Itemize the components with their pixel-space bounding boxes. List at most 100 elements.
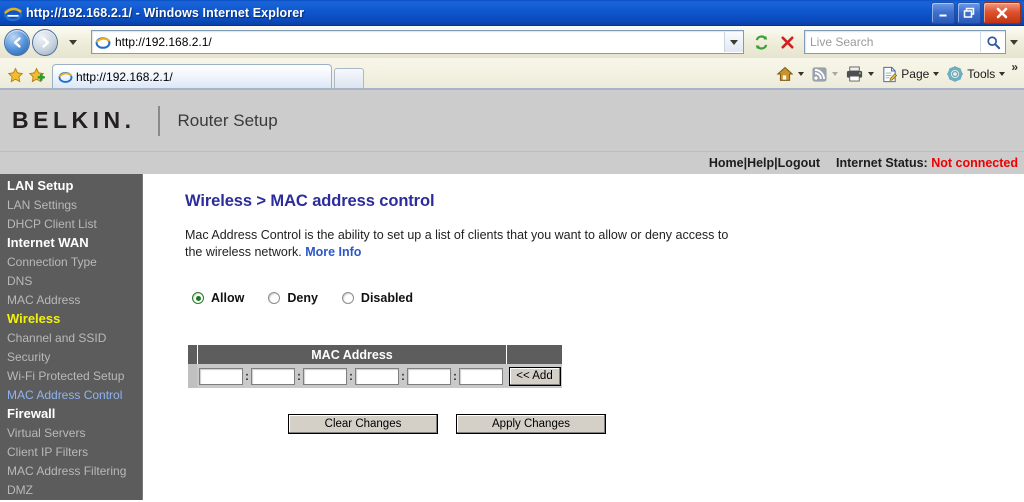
mac-octet-input-1[interactable]: [199, 367, 243, 385]
mac-octet-input-6[interactable]: [459, 367, 503, 385]
mac-table-header-row: MAC Address: [188, 345, 562, 364]
chevron-down-icon: [69, 39, 77, 45]
refresh-button[interactable]: [749, 30, 773, 54]
page-description-text: Mac Address Control is the ability to se…: [185, 228, 729, 259]
sidebar-item-mac-address-control[interactable]: MAC Address Control: [0, 385, 142, 404]
page-title: Wireless > MAC address control: [185, 192, 435, 210]
chevron-down-icon: [798, 72, 805, 76]
radio-indicator-allow[interactable]: [192, 292, 204, 304]
address-input[interactable]: http://192.168.2.1/: [115, 35, 724, 49]
address-dropdown-button[interactable]: [724, 32, 743, 52]
page-menu-label: Page: [901, 67, 930, 81]
home-button[interactable]: [773, 62, 807, 86]
belkin-logo: BELKIN.: [12, 107, 136, 133]
sidebar-item-lan-settings[interactable]: LAN Settings: [0, 195, 142, 214]
add-to-favorites-button[interactable]: [26, 62, 48, 88]
logout-link[interactable]: Logout: [778, 156, 820, 170]
internet-status-value: Not connected: [931, 156, 1018, 170]
internet-status-label: Internet Status:: [836, 156, 928, 170]
search-box[interactable]: Live Search: [804, 30, 1006, 54]
help-link[interactable]: Help: [747, 156, 774, 170]
home-link[interactable]: Home: [709, 156, 744, 170]
mac-octet-input-5[interactable]: [407, 367, 451, 385]
mac-table-add-cell: << Add: [507, 364, 562, 388]
close-button[interactable]: [983, 2, 1021, 24]
chevron-down-icon: [868, 72, 875, 76]
restore-button[interactable]: [957, 2, 981, 24]
search-provider-dropdown[interactable]: [1008, 32, 1020, 52]
clear-changes-button[interactable]: Clear Changes: [288, 414, 438, 434]
feeds-button[interactable]: [808, 62, 841, 86]
toolbar-overflow-button[interactable]: »: [1009, 60, 1020, 74]
page-body: LAN Setup LAN Settings DHCP Client List …: [0, 174, 1024, 500]
octet-separator-1: :: [245, 369, 249, 383]
tab-list: http://192.168.2.1/: [52, 64, 364, 88]
sidebar-item-mac-address[interactable]: MAC Address: [0, 290, 142, 309]
sidebar-item-mac-address-filtering[interactable]: MAC Address Filtering: [0, 461, 142, 480]
back-button[interactable]: [4, 28, 30, 56]
address-bar[interactable]: http://192.168.2.1/: [91, 30, 744, 54]
stop-button[interactable]: [775, 30, 799, 54]
sidebar-item-client-ip-filters[interactable]: Client IP Filters: [0, 442, 142, 461]
tools-menu-button[interactable]: Tools: [943, 62, 1008, 86]
rss-feed-icon: [812, 66, 827, 82]
page-favicon-icon: [95, 34, 111, 50]
mac-table-column-header: MAC Address: [198, 345, 506, 364]
sidebar-item-dmz[interactable]: DMZ: [0, 480, 142, 499]
chevron-down-icon: [1010, 39, 1018, 45]
mac-table-entry-row: : : : : : << Add: [188, 364, 562, 388]
sidebar-item-channel-and-ssid[interactable]: Channel and SSID: [0, 328, 142, 347]
sidebar-item-ddns[interactable]: DDNS: [0, 499, 142, 500]
apply-changes-button[interactable]: Apply Changes: [456, 414, 606, 434]
chevron-down-icon: [832, 72, 839, 76]
web-page-content: BELKIN. Router Setup Home|Help|Logout In…: [0, 90, 1024, 500]
search-icon[interactable]: [980, 32, 1005, 52]
sidebar-item-virtual-servers[interactable]: Virtual Servers: [0, 423, 142, 442]
radio-option-allow[interactable]: Allow: [192, 291, 244, 305]
window-title-text: http://192.168.2.1/ - Windows Internet E…: [26, 5, 305, 20]
internet-explorer-icon: [3, 4, 23, 22]
sidebar-item-dns[interactable]: DNS: [0, 271, 142, 290]
radio-label-deny: Deny: [287, 291, 318, 305]
octet-separator-2: :: [297, 369, 301, 383]
radio-option-disabled[interactable]: Disabled: [341, 291, 414, 305]
radio-option-deny[interactable]: Deny: [268, 291, 318, 305]
recent-pages-dropdown[interactable]: [60, 29, 86, 55]
sidebar-heading-firewall: Firewall: [7, 406, 56, 421]
search-input[interactable]: Live Search: [805, 35, 980, 49]
browser-tab[interactable]: http://192.168.2.1/: [52, 64, 332, 88]
sidebar-item-connection-type[interactable]: Connection Type: [0, 252, 142, 271]
form-action-buttons: Clear Changes Apply Changes: [288, 414, 1024, 434]
mac-octet-input-4[interactable]: [355, 367, 399, 385]
router-setup-title: Router Setup: [177, 110, 278, 130]
gear-icon: [947, 66, 964, 82]
more-info-link[interactable]: More Info: [305, 245, 361, 259]
window-title-bar: http://192.168.2.1/ - Windows Internet E…: [0, 0, 1024, 26]
page-menu-button[interactable]: Page: [878, 62, 942, 86]
sidebar-item-security[interactable]: Security: [0, 347, 142, 366]
favorites-center-button[interactable]: [4, 62, 26, 88]
mac-octet-input-2[interactable]: [251, 367, 295, 385]
router-header: BELKIN. Router Setup: [0, 90, 1024, 152]
octet-separator-5: :: [453, 369, 457, 383]
sidebar-heading-wireless: Wireless: [7, 311, 61, 326]
mac-octet-input-3[interactable]: [303, 367, 347, 385]
radio-indicator-disabled[interactable]: [341, 292, 354, 304]
sidebar-item-dhcp-client-list[interactable]: DHCP Client List: [0, 214, 142, 233]
tools-menu-label: Tools: [967, 67, 996, 81]
window-controls: [931, 2, 1021, 24]
radio-label-disabled: Disabled: [360, 291, 414, 305]
sidebar-item-wifi-protected-setup[interactable]: Wi-Fi Protected Setup: [0, 366, 142, 385]
header-links: Home|Help|Logout: [709, 156, 820, 170]
print-button[interactable]: [842, 62, 877, 86]
radio-indicator-deny[interactable]: [268, 292, 281, 304]
main-content: Wireless > MAC address control Mac Addre…: [143, 174, 1024, 500]
add-mac-button[interactable]: << Add: [508, 366, 561, 386]
router-status-bar: Home|Help|Logout Internet Status: Not co…: [0, 152, 1024, 174]
forward-button[interactable]: [32, 28, 58, 56]
mac-table-row-corner: [188, 364, 197, 388]
minimize-button[interactable]: [931, 2, 955, 24]
sidebar-navigation: LAN Setup LAN Settings DHCP Client List …: [0, 174, 143, 500]
command-bar: Page Tools »: [773, 60, 1020, 86]
new-tab-button[interactable]: [334, 68, 364, 88]
